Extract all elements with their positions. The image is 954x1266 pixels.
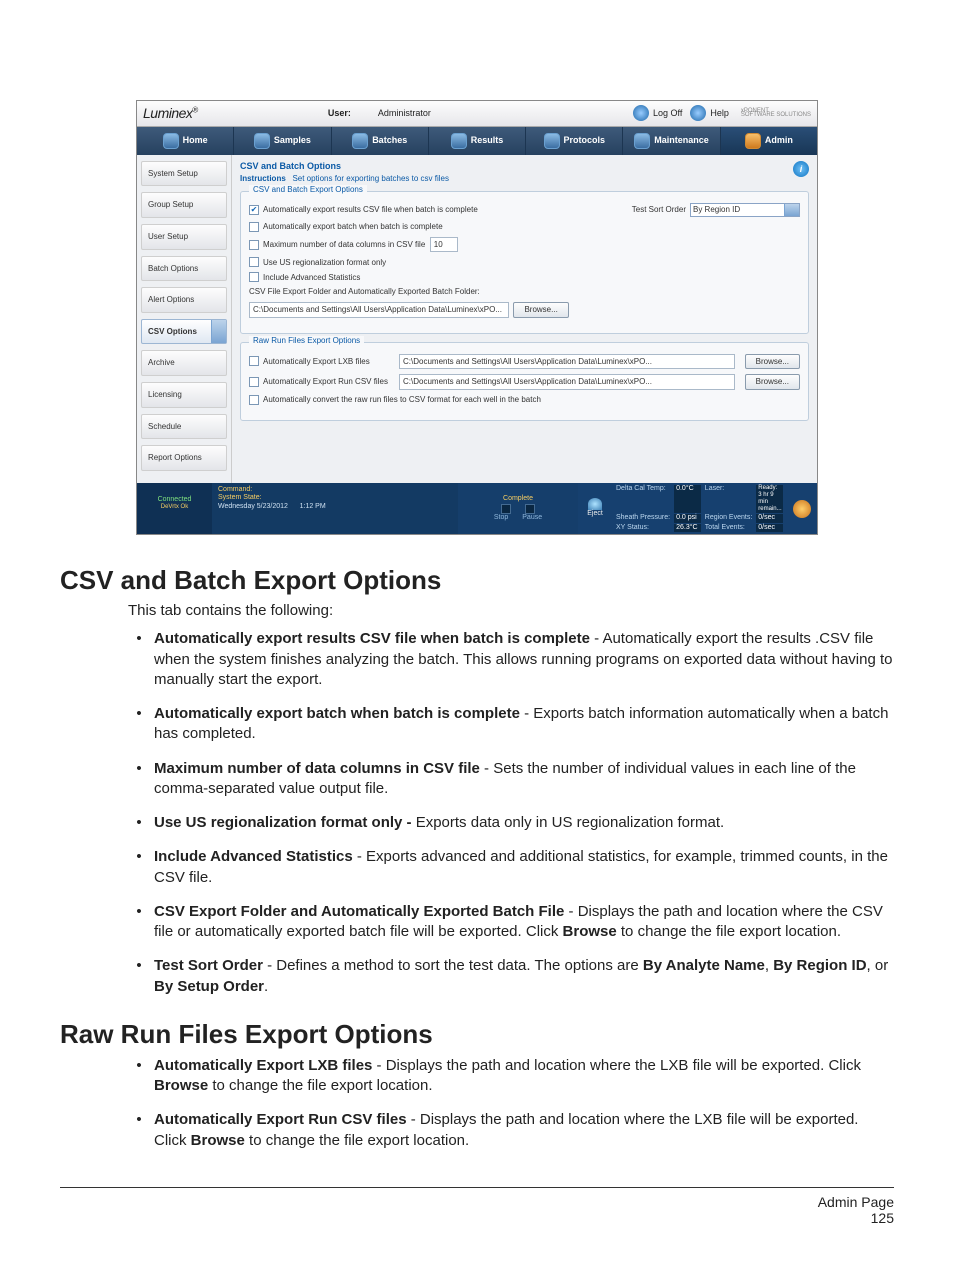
checkbox-icon [249, 222, 259, 232]
checkbox-icon [249, 356, 259, 366]
brand-logo: Luminex® [143, 105, 198, 122]
auto-export-csv-checkbox[interactable]: Automatically export results CSV file wh… [249, 205, 478, 215]
advanced-stats-checkbox[interactable]: Include Advanced Statistics [249, 272, 360, 282]
product-logo: xPONENTSOFTWARE SOLUTIONS [741, 109, 811, 117]
system-state: Command: System State: Wednesday 5/23/20… [212, 483, 458, 535]
status-bar: Connected DeVrtx Ok Command: System Stat… [137, 483, 817, 535]
auto-export-batch-checkbox[interactable]: Automatically export batch when batch is… [249, 222, 443, 232]
eject-control[interactable]: Eject [578, 483, 612, 535]
runcsv-path-input[interactable]: C:\Documents and Settings\All Users\Appl… [399, 374, 735, 390]
feature-list: Automatically Export LXB files - Display… [150, 1056, 894, 1151]
feature-item: Automatically Export Run CSV files - Dis… [150, 1110, 894, 1151]
sidebar-alert-options[interactable]: Alert Options [141, 287, 227, 313]
tab-home[interactable]: Home [137, 127, 234, 155]
sidebar-schedule[interactable]: Schedule [141, 414, 227, 440]
feature-list: Automatically export results CSV file wh… [150, 629, 894, 997]
batches-icon [352, 133, 368, 149]
tab-protocols[interactable]: Protocols [526, 127, 623, 155]
results-icon [451, 133, 467, 149]
section-heading: CSV and Batch Export Options [60, 565, 894, 596]
eject-icon [588, 498, 602, 510]
connection-status: Connected DeVrtx Ok [137, 483, 212, 535]
logoff-button[interactable]: Log Off [633, 105, 682, 121]
csv-batch-export-group: CSV and Batch Export Options Automatical… [240, 191, 809, 333]
sidebar-archive[interactable]: Archive [141, 350, 227, 376]
feature-item: CSV Export Folder and Automatically Expo… [150, 902, 894, 943]
checkbox-icon [249, 205, 259, 215]
pause-button[interactable] [525, 504, 535, 514]
checkbox-icon [249, 272, 259, 282]
us-format-checkbox[interactable]: Use US regionalization format only [249, 257, 386, 267]
section-intro: This tab contains the following: [128, 602, 894, 619]
tab-batches[interactable]: Batches [332, 127, 429, 155]
help-icon [690, 105, 706, 121]
feature-item: Automatically Export LXB files - Display… [150, 1056, 894, 1097]
raw-run-export-group: Raw Run Files Export Options Automatical… [240, 342, 809, 421]
settings-panel: CSV and Batch Options Instructions Set o… [232, 155, 817, 483]
sidebar-report-options[interactable]: Report Options [141, 445, 227, 471]
feature-item: Maximum number of data columns in CSV fi… [150, 759, 894, 800]
panel-title: CSV and Batch Options [240, 161, 449, 172]
browse-button[interactable]: Browse... [745, 374, 800, 390]
checkbox-icon [249, 240, 259, 250]
home-icon [163, 133, 179, 149]
max-columns-input[interactable]: 10 [430, 237, 458, 253]
admin-icon [745, 133, 761, 149]
help-button[interactable]: Help [690, 105, 729, 121]
feature-item: Automatically export results CSV file wh… [150, 629, 894, 690]
info-icon[interactable]: i [793, 161, 809, 177]
warning-indicator[interactable] [787, 483, 817, 535]
feature-item: Use US regionalization format only - Exp… [150, 813, 894, 833]
group-legend: CSV and Batch Export Options [249, 185, 367, 195]
checkbox-icon [249, 377, 259, 387]
sidebar-csv-options[interactable]: CSV Options [141, 319, 227, 345]
sidebar-group-setup[interactable]: Group Setup [141, 192, 227, 218]
panel-instructions: Instructions Set options for exporting b… [240, 174, 449, 184]
test-sort-order-label: Test Sort Order [632, 205, 686, 215]
sidebar-user-setup[interactable]: User Setup [141, 224, 227, 250]
group-legend: Raw Run Files Export Options [249, 336, 364, 346]
tab-maintenance[interactable]: Maintenance [623, 127, 720, 155]
app-screenshot: Luminex® User: Administrator Log Off Hel… [136, 100, 818, 535]
samples-icon [254, 133, 270, 149]
lxb-path-input[interactable]: C:\Documents and Settings\All Users\Appl… [399, 354, 735, 370]
maintenance-icon [634, 133, 650, 149]
admin-sidebar: System Setup Group Setup User Setup Batc… [137, 155, 232, 483]
app-header: Luminex® User: Administrator Log Off Hel… [137, 101, 817, 127]
tab-samples[interactable]: Samples [234, 127, 331, 155]
auto-convert-checkbox[interactable]: Automatically convert the raw run files … [249, 395, 541, 405]
user-info: User: Administrator [328, 108, 431, 119]
browse-button[interactable]: Browse... [745, 354, 800, 370]
checkbox-icon [249, 395, 259, 405]
browse-button[interactable]: Browse... [513, 302, 568, 318]
feature-item: Include Advanced Statistics - Exports ad… [150, 847, 894, 888]
export-runcsv-checkbox[interactable]: Automatically Export Run CSV files [249, 377, 389, 387]
stop-button[interactable] [501, 504, 511, 514]
logoff-icon [633, 105, 649, 121]
sidebar-batch-options[interactable]: Batch Options [141, 256, 227, 282]
export-folder-input[interactable]: C:\Documents and Settings\All Users\Appl… [249, 302, 509, 318]
checkbox-icon [249, 257, 259, 267]
warning-icon [793, 500, 811, 518]
feature-item: Test Sort Order - Defines a method to so… [150, 956, 894, 997]
tab-admin[interactable]: Admin [721, 127, 817, 155]
main-nav: Home Samples Batches Results Protocols M… [137, 127, 817, 155]
protocols-icon [544, 133, 560, 149]
feature-item: Automatically export batch when batch is… [150, 704, 894, 745]
section-heading: Raw Run Files Export Options [60, 1019, 894, 1050]
sidebar-system-setup[interactable]: System Setup [141, 161, 227, 187]
instrument-stats: Delta Cal Temp:0.0°C Laser:Ready: 3 hr 9… [612, 483, 787, 535]
page-footer: Admin Page125 [60, 1187, 894, 1226]
max-columns-checkbox[interactable]: Maximum number of data columns in CSV fi… [249, 240, 425, 250]
test-sort-order-select[interactable]: By Region ID [690, 203, 800, 217]
export-lxb-checkbox[interactable]: Automatically Export LXB files [249, 356, 389, 366]
tab-results[interactable]: Results [429, 127, 526, 155]
sidebar-licensing[interactable]: Licensing [141, 382, 227, 408]
export-folder-label: CSV File Export Folder and Automatically… [249, 287, 480, 297]
playback-controls: Complete StopPause [458, 483, 578, 535]
